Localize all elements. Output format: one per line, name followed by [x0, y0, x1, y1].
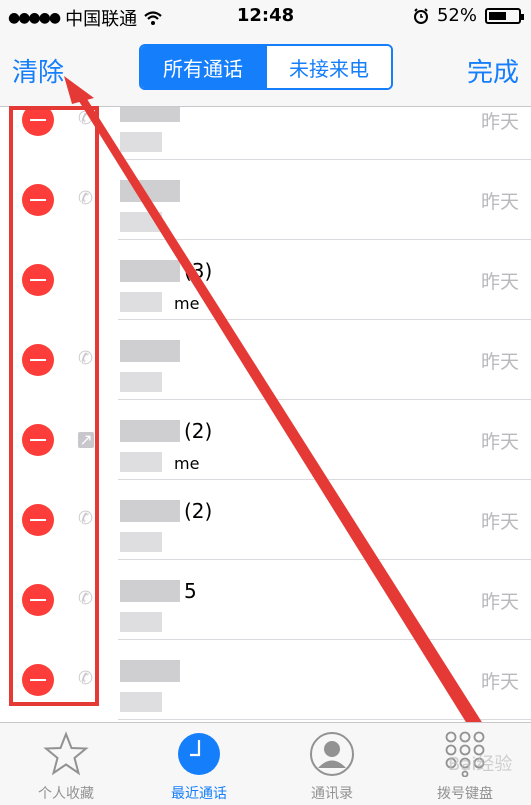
redacted-name [120, 580, 180, 602]
phone-icon: ✆ [78, 348, 94, 369]
call-row[interactable]: (3) me 昨天 [0, 240, 531, 320]
call-count: (2) [184, 419, 213, 443]
delete-row-button[interactable] [22, 264, 54, 296]
call-row[interactable]: ↗ (2) me 昨天 [0, 400, 531, 480]
call-row[interactable]: ✆ 5 昨天 [0, 560, 531, 640]
delete-row-button[interactable] [22, 664, 54, 696]
segment-missed-calls[interactable]: 未接来电 [265, 46, 391, 88]
redacted-name [120, 260, 180, 282]
delete-row-button[interactable] [22, 584, 54, 616]
call-count: (3) [184, 259, 213, 283]
delete-row-button[interactable] [22, 344, 54, 376]
delete-row-button[interactable] [22, 107, 54, 136]
tab-contacts[interactable]: 通讯录 [266, 723, 398, 805]
delete-row-button[interactable] [22, 184, 54, 216]
call-date: 昨天 [480, 511, 519, 533]
redacted-subtitle [120, 372, 162, 392]
row-separator [118, 719, 531, 720]
call-date: 昨天 [480, 111, 519, 133]
call-date: 昨天 [480, 271, 519, 293]
call-count: (2) [184, 499, 213, 523]
redacted-name [120, 420, 180, 442]
redacted-subtitle [120, 452, 162, 472]
phone-icon: ✆ [78, 668, 94, 689]
star-icon [43, 731, 89, 776]
delete-row-button[interactable] [22, 424, 54, 456]
redacted-name [120, 500, 180, 522]
call-date: 昨天 [480, 431, 519, 453]
redacted-name [120, 660, 180, 682]
redacted-subtitle [120, 532, 162, 552]
tab-contacts-label: 通讯录 [311, 786, 353, 802]
call-row[interactable]: ✆ 昨天 [0, 107, 531, 160]
call-date: 昨天 [480, 671, 519, 693]
navigation-bar: 清除 所有通话 未接来电 完成 [0, 32, 531, 107]
call-row[interactable]: ✆ (2) 昨天 [0, 480, 531, 560]
clock-icon [178, 733, 220, 775]
redacted-name [120, 180, 180, 202]
outgoing-call-icon: ↗ [78, 430, 94, 449]
phone-icon: ✆ [78, 588, 94, 609]
clear-button[interactable]: 清除 [12, 52, 64, 89]
tab-favorites-label: 个人收藏 [38, 786, 94, 802]
recent-calls-list: ✆ 昨天 ✆ 昨天 (3) me 昨天 ✆ 昨天 ↗ (2) me 昨天 ✆ (2) 昨天 ✆ 5 昨天 ✆ 昨天 [0, 107, 531, 720]
redacted-subtitle [120, 132, 162, 152]
tab-recents-label: 最近通话 [171, 786, 227, 802]
alarm-icon [413, 7, 428, 24]
tab-favorites[interactable]: 个人收藏 [0, 723, 132, 805]
status-right: 52% [413, 5, 524, 26]
call-date: 昨天 [480, 191, 519, 213]
watermark: Bai经验 [448, 754, 513, 775]
status-bar: ●●●●● 中国联通 12:48 52% [0, 0, 531, 32]
redacted-subtitle [120, 692, 162, 712]
redacted-subtitle [120, 212, 162, 232]
segment-all-calls[interactable]: 所有通话 [141, 46, 265, 88]
done-button[interactable]: 完成 [467, 52, 519, 89]
battery-icon [485, 7, 524, 24]
tab-recents[interactable]: 最近通话 [133, 723, 265, 805]
phone-icon: ✆ [78, 108, 94, 129]
call-subtitle: me [174, 294, 200, 313]
call-row[interactable]: ✆ 昨天 [0, 320, 531, 400]
phone-icon: ✆ [78, 188, 94, 209]
phone-icon: ✆ [78, 508, 94, 529]
call-subtitle: me [174, 454, 200, 473]
contact-icon [310, 732, 354, 776]
call-row[interactable]: ✆ 昨天 [0, 640, 531, 720]
redacted-subtitle [120, 612, 162, 632]
call-filter-segmented-control[interactable]: 所有通话 未接来电 [139, 44, 393, 90]
call-date: 昨天 [480, 351, 519, 373]
delete-row-button[interactable] [22, 504, 54, 536]
battery-percent: 52% [436, 5, 477, 26]
redacted-subtitle [120, 292, 162, 312]
call-date: 昨天 [480, 591, 519, 613]
tab-keypad-label: 拨号键盘 [437, 786, 493, 802]
call-row[interactable]: ✆ 昨天 [0, 160, 531, 240]
call-count: 5 [184, 579, 197, 603]
redacted-name [120, 340, 180, 362]
redacted-name [120, 107, 180, 122]
